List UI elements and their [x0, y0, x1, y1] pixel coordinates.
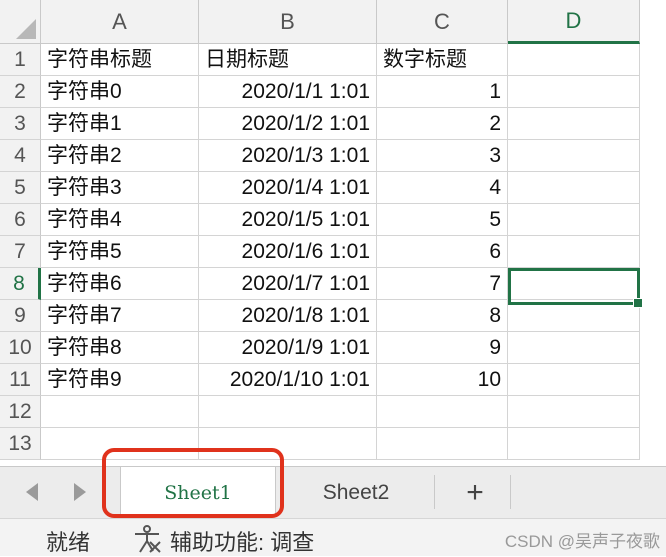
cell-a11[interactable]: 字符串9	[41, 364, 199, 396]
row-header-2[interactable]: 2	[0, 76, 41, 108]
column-header-a[interactable]: A	[41, 0, 199, 44]
row-header-5[interactable]: 5	[0, 172, 41, 204]
cell-d1[interactable]	[508, 44, 640, 76]
cell-c10[interactable]: 9	[377, 332, 508, 364]
add-sheet-icon[interactable]: +	[455, 473, 495, 513]
cell-c1[interactable]: 数字标题	[377, 44, 508, 76]
select-all-corner[interactable]	[0, 0, 41, 44]
row-header-7[interactable]: 7	[0, 236, 41, 268]
cell-d5[interactable]	[508, 172, 640, 204]
cell-a12[interactable]	[41, 396, 199, 428]
cell-c7[interactable]: 6	[377, 236, 508, 268]
tab-divider	[510, 475, 511, 509]
cell-b9[interactable]: 2020/1/8 1:01	[199, 300, 377, 332]
spreadsheet-grid: ABCD 1 2 3 4 5 6 7 8 9 10 11 12 13 字符串标题 日期标题 数字标题 字符串0…	[0, 0, 666, 466]
cell-c9[interactable]: 8	[377, 300, 508, 332]
row-header-3[interactable]: 3	[0, 108, 41, 140]
cell-b4[interactable]: 2020/1/3 1:01	[199, 140, 377, 172]
status-ready: 就绪	[46, 530, 91, 555]
cell-d4[interactable]	[508, 140, 640, 172]
status-bar: 就绪 辅助功能: 调查 CSDN @吴声子夜歌	[0, 518, 666, 556]
cell-b5[interactable]: 2020/1/4 1:01	[199, 172, 377, 204]
cell-b2[interactable]: 2020/1/1 1:01	[199, 76, 377, 108]
cell-c5[interactable]: 4	[377, 172, 508, 204]
cell-a10[interactable]: 字符串8	[41, 332, 199, 364]
cell-a9[interactable]: 字符串7	[41, 300, 199, 332]
cell-c2[interactable]: 1	[377, 76, 508, 108]
watermark: CSDN @吴声子夜歌	[504, 532, 660, 551]
cell-b1[interactable]: 日期标题	[199, 44, 377, 76]
nav-left-icon[interactable]	[26, 483, 38, 501]
tab-sheet2[interactable]: Sheet2	[280, 467, 432, 517]
cell-d6[interactable]	[508, 204, 640, 236]
cell-b3[interactable]: 2020/1/2 1:01	[199, 108, 377, 140]
cell-d10[interactable]	[508, 332, 640, 364]
annotation-highlight	[102, 448, 284, 518]
nav-right-icon[interactable]	[74, 483, 86, 501]
cell-b6[interactable]: 2020/1/5 1:01	[199, 204, 377, 236]
cell-b7[interactable]: 2020/1/6 1:01	[199, 236, 377, 268]
tab-divider	[434, 475, 435, 509]
row-header-11[interactable]: 11	[0, 364, 41, 396]
row-header-6[interactable]: 6	[0, 204, 41, 236]
cell-c6[interactable]: 5	[377, 204, 508, 236]
select-all-icon	[16, 19, 36, 39]
cell-d13[interactable]	[508, 428, 640, 460]
cell-d3[interactable]	[508, 108, 640, 140]
row-header-10[interactable]: 10	[0, 332, 41, 364]
cell-a4[interactable]: 字符串2	[41, 140, 199, 172]
cell-c12[interactable]	[377, 396, 508, 428]
row-header-9[interactable]: 9	[0, 300, 41, 332]
cell-c11[interactable]: 10	[377, 364, 508, 396]
row-header-13[interactable]: 13	[0, 428, 41, 460]
cell-d7[interactable]	[508, 236, 640, 268]
cell-c3[interactable]: 2	[377, 108, 508, 140]
row-header-8[interactable]: 8	[0, 268, 41, 300]
cell-b11[interactable]: 2020/1/10 1:01	[199, 364, 377, 396]
row-header-12[interactable]: 12	[0, 396, 41, 428]
cell-a8[interactable]: 字符串6	[41, 268, 199, 300]
cell-d12[interactable]	[508, 396, 640, 428]
cell-a7[interactable]: 字符串5	[41, 236, 199, 268]
accessibility-icon[interactable]	[132, 525, 162, 553]
cell-a3[interactable]: 字符串1	[41, 108, 199, 140]
cell-d2[interactable]	[508, 76, 640, 108]
column-header-d[interactable]: D	[508, 0, 640, 44]
cell-c13[interactable]	[377, 428, 508, 460]
column-header-c[interactable]: C	[377, 0, 508, 44]
selected-cell-outline	[508, 268, 643, 308]
cell-b10[interactable]: 2020/1/9 1:01	[199, 332, 377, 364]
cell-b8[interactable]: 2020/1/7 1:01	[199, 268, 377, 300]
cell-c4[interactable]: 3	[377, 140, 508, 172]
status-accessibility[interactable]: 辅助功能: 调查	[170, 525, 314, 557]
row-header-4[interactable]: 4	[0, 140, 41, 172]
cell-b12[interactable]	[199, 396, 377, 428]
sheet-tab-bar: Sheet1 Sheet2 +	[0, 466, 666, 518]
cell-a2[interactable]: 字符串0	[41, 76, 199, 108]
cell-a1[interactable]: 字符串标题	[41, 44, 199, 76]
cell-a5[interactable]: 字符串3	[41, 172, 199, 204]
cell-c8[interactable]: 7	[377, 268, 508, 300]
cell-d11[interactable]	[508, 364, 640, 396]
column-header-b[interactable]: B	[199, 0, 377, 44]
fill-handle[interactable]	[633, 298, 643, 308]
row-header-1[interactable]: 1	[0, 44, 41, 76]
cell-a6[interactable]: 字符串4	[41, 204, 199, 236]
